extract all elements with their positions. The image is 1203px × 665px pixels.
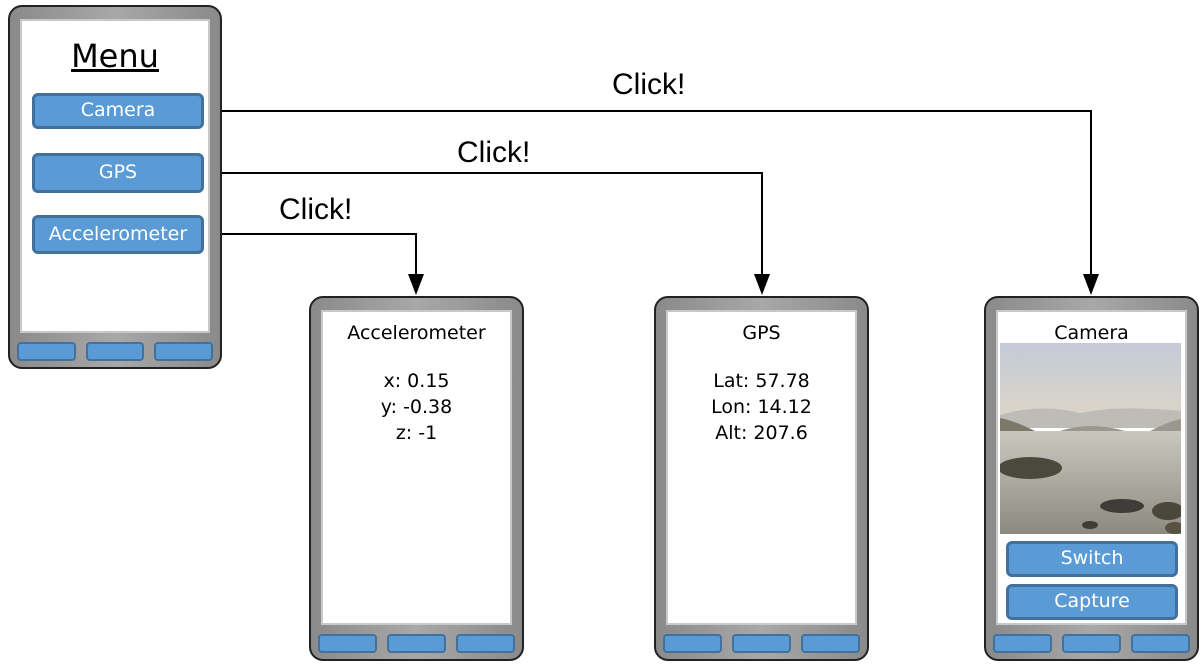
accel-y: y: -0.38 — [380, 396, 453, 418]
arrow-accelerometer — [203, 233, 417, 282]
camera-capture-button[interactable]: Capture — [1006, 584, 1178, 620]
menu-camera-button[interactable]: Camera — [32, 93, 204, 129]
gps-readout: Lat: 57.78 Lon: 14.12 Alt: 207.6 — [668, 368, 855, 446]
softkey-middle[interactable] — [732, 634, 791, 653]
softkey-left[interactable] — [17, 342, 76, 361]
arrowhead-accelerometer — [408, 274, 424, 295]
softkeys — [318, 634, 515, 653]
menu-gps-button[interactable]: GPS — [32, 153, 204, 193]
softkey-middle[interactable] — [387, 634, 446, 653]
arrowhead-gps — [754, 274, 770, 295]
camera-title: Camera — [1054, 322, 1129, 344]
softkey-middle[interactable] — [85, 342, 145, 361]
menu-accelerometer-button[interactable]: Accelerometer — [32, 215, 204, 254]
gps-title: GPS — [742, 322, 781, 344]
phone-gps: GPS Lat: 57.78 Lon: 14.12 Alt: 207.6 — [654, 296, 869, 661]
click-label-gps: Click! — [457, 136, 531, 169]
gps-lat: Lat: 57.78 — [713, 370, 810, 392]
phone-accelerometer: Accelerometer x: 0.15 y: -0.38 z: -1 — [309, 296, 524, 661]
accel-z: z: -1 — [395, 422, 438, 444]
accelerometer-readout: x: 0.15 y: -0.38 z: -1 — [323, 368, 510, 446]
arrowhead-camera — [1083, 274, 1099, 295]
click-label-accelerometer: Click! — [279, 193, 353, 226]
softkeys — [17, 342, 214, 361]
softkeys — [663, 634, 860, 653]
screen-accelerometer: Accelerometer x: 0.15 y: -0.38 z: -1 — [321, 310, 512, 625]
accelerometer-title: Accelerometer — [347, 322, 486, 344]
softkey-middle[interactable] — [1062, 634, 1121, 653]
softkeys — [993, 634, 1190, 653]
click-label-camera: Click! — [612, 68, 686, 101]
menu-title: Menu — [71, 37, 159, 75]
gps-lon: Lon: 14.12 — [711, 396, 812, 418]
diagram: Click! Click! Click! Menu Camera GPS Acc… — [0, 0, 1203, 665]
accel-x: x: 0.15 — [383, 370, 450, 392]
camera-switch-button[interactable]: Switch — [1006, 541, 1178, 577]
gps-alt: Alt: 207.6 — [715, 422, 808, 444]
softkey-left[interactable] — [663, 634, 722, 653]
camera-preview-image — [1000, 343, 1181, 534]
softkey-left[interactable] — [318, 634, 377, 653]
arrow-gps — [203, 172, 763, 282]
softkey-right[interactable] — [1131, 634, 1190, 653]
softkey-left[interactable] — [993, 634, 1052, 653]
softkey-right[interactable] — [154, 342, 214, 361]
softkey-right[interactable] — [801, 634, 860, 653]
softkey-right[interactable] — [456, 634, 515, 653]
screen-gps: GPS Lat: 57.78 Lon: 14.12 Alt: 207.6 — [666, 310, 857, 625]
